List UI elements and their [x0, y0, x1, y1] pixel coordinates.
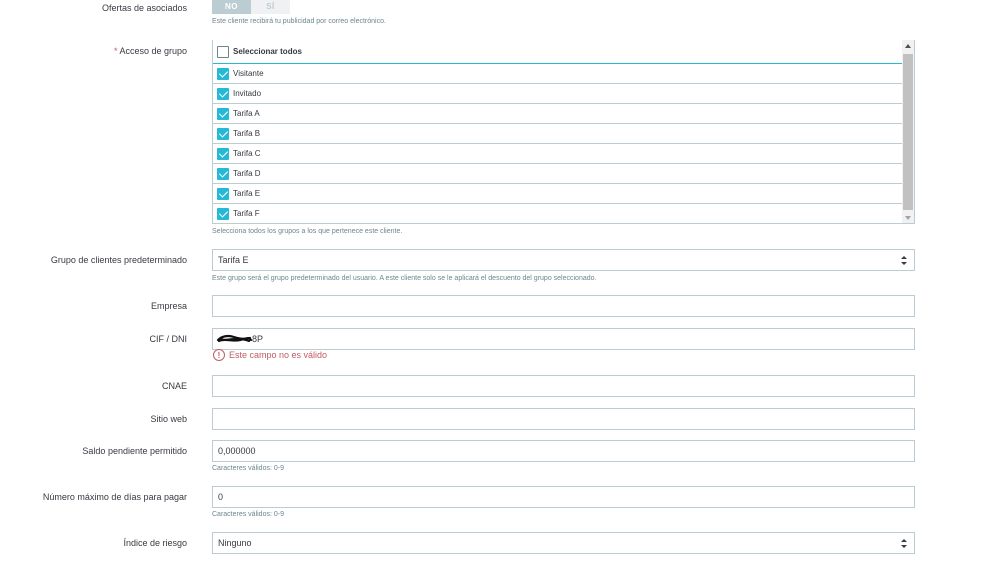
select-all-checkbox[interactable]	[217, 45, 229, 58]
risk-label: Índice de riesgo	[123, 538, 187, 548]
scroll-down-icon[interactable]	[905, 216, 911, 220]
group-row-tarifa-f[interactable]: Tarifa F	[213, 204, 904, 223]
group-label: Invitado	[233, 89, 262, 98]
max-days-label: Número máximo de días para pagar	[42, 492, 187, 502]
group-checkbox[interactable]	[217, 207, 229, 220]
outstanding-label: Saldo pendiente permitido	[82, 446, 187, 456]
partner-offers-toggle[interactable]: NO SÍ	[212, 0, 291, 14]
group-checkbox[interactable]	[217, 147, 229, 160]
group-label: Tarifa D	[233, 169, 261, 178]
default-group-value: Tarifa E	[218, 255, 249, 265]
cif-input[interactable]: 8P	[212, 328, 915, 350]
default-group-help: Este grupo será el grupo predeterminado …	[212, 275, 597, 282]
group-row-visitante[interactable]: Visitante	[213, 64, 904, 84]
required-marker: *	[113, 46, 118, 56]
group-label: Tarifa E	[233, 189, 261, 198]
group-checkbox[interactable]	[217, 107, 229, 120]
toggle-no-option[interactable]: NO	[212, 0, 251, 14]
redaction-scribble	[216, 334, 252, 343]
partner-offers-help: Este cliente recibirá tu publicidad por …	[212, 18, 386, 25]
max-days-help: Caracteres válidos: 0-9	[212, 511, 284, 518]
group-row-tarifa-c[interactable]: Tarifa C	[213, 144, 904, 164]
company-label: Empresa	[150, 301, 187, 311]
group-access-label: * Acceso de grupo	[114, 46, 187, 56]
group-label: Tarifa F	[233, 209, 260, 218]
group-checkbox[interactable]	[217, 87, 229, 100]
risk-select[interactable]: Ninguno	[212, 532, 915, 554]
cif-label: CIF / DNI	[149, 334, 188, 344]
error-icon: !	[213, 349, 225, 361]
group-row-tarifa-d[interactable]: Tarifa D	[213, 164, 904, 184]
select-arrows-icon	[901, 539, 907, 548]
company-input[interactable]	[212, 295, 915, 317]
select-all-label: Seleccionar todos	[233, 47, 302, 56]
website-input[interactable]	[212, 408, 915, 430]
group-row-tarifa-b[interactable]: Tarifa B	[213, 124, 904, 144]
cif-error-text: Este campo no es válido	[229, 350, 328, 360]
group-access-list: Seleccionar todos Visitante Invitado Tar…	[212, 40, 915, 224]
group-row-invitado[interactable]: Invitado	[213, 84, 904, 104]
outstanding-input[interactable]: 0,000000	[212, 440, 915, 462]
cnae-label: CNAE	[161, 381, 187, 391]
cnae-input[interactable]	[212, 375, 915, 397]
group-label: Tarifa A	[233, 109, 260, 118]
group-label: Tarifa C	[233, 149, 261, 158]
cif-value: 8P	[252, 334, 264, 344]
cif-error: ! Este campo no es válido	[212, 349, 327, 361]
outstanding-help: Caracteres válidos: 0-9	[212, 465, 284, 472]
scroll-up-icon[interactable]	[905, 44, 911, 48]
group-access-help: Selecciona todos los grupos a los que pe…	[212, 228, 403, 235]
website-label: Sitio web	[150, 414, 187, 424]
group-access-label-text: Acceso de grupo	[119, 46, 187, 56]
group-checkbox[interactable]	[217, 187, 229, 200]
group-checkbox[interactable]	[217, 127, 229, 140]
max-days-input[interactable]: 0	[212, 486, 915, 508]
scrollbar-thumb[interactable]	[903, 54, 913, 210]
partner-offers-label: Ofertas de asociados	[101, 3, 187, 13]
select-arrows-icon	[901, 256, 907, 265]
risk-value: Ninguno	[218, 538, 252, 548]
default-group-label: Grupo de clientes predeterminado	[50, 255, 187, 265]
default-group-select[interactable]: Tarifa E	[212, 249, 915, 271]
group-row-tarifa-e[interactable]: Tarifa E	[213, 184, 904, 204]
group-row-tarifa-a[interactable]: Tarifa A	[213, 104, 904, 124]
group-list-scrollbar[interactable]	[902, 40, 914, 223]
group-label: Visitante	[233, 69, 264, 78]
select-all-row[interactable]: Seleccionar todos	[213, 40, 904, 64]
toggle-yes-option[interactable]: SÍ	[251, 0, 290, 14]
group-checkbox[interactable]	[217, 167, 229, 180]
group-label: Tarifa B	[233, 129, 261, 138]
group-checkbox[interactable]	[217, 67, 229, 80]
